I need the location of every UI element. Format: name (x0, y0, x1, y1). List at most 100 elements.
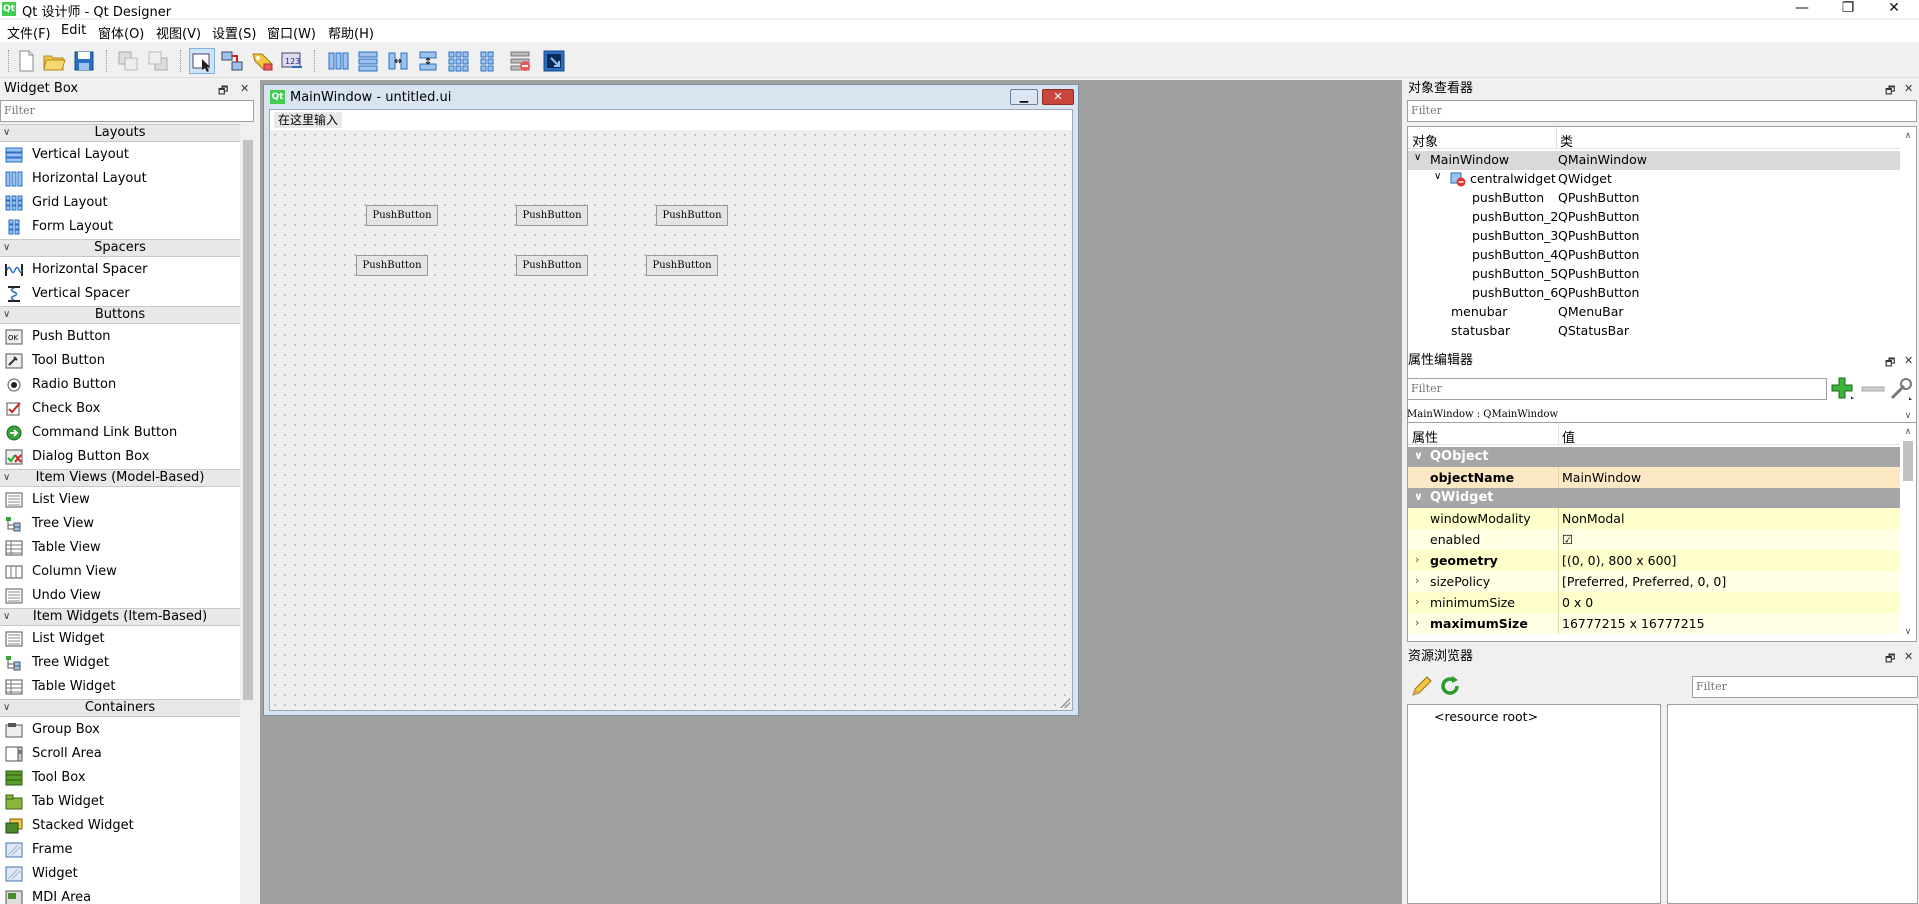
property-value[interactable]: 0 x 0 (1562, 595, 1593, 610)
property-row-sizepolicy[interactable]: › sizePolicy [Preferred, Preferred, 0, 0] (1408, 571, 1902, 592)
chevron-down-icon[interactable]: ∨ (1434, 171, 1441, 182)
restore-button[interactable]: ❐ (1825, 0, 1871, 18)
layout-form-icon[interactable] (476, 49, 500, 73)
chevron-right-icon[interactable]: › (1415, 595, 1419, 608)
category-item-widgets[interactable]: ∨ Item Widgets (Item-Based) (0, 608, 240, 626)
layout-vertical-splitter-icon[interactable] (416, 49, 440, 73)
dock-float-icon[interactable]: 🗗 (1885, 82, 1895, 101)
add-property-icon[interactable] (1830, 376, 1856, 402)
scroll-down-icon[interactable]: ∨ (1900, 411, 1916, 421)
push-button[interactable]: PushButton (366, 205, 438, 226)
form-canvas[interactable]: 在这里输入 PushButton PushButton PushButton P… (269, 109, 1073, 711)
col-object[interactable]: 对象 (1412, 131, 1438, 150)
widget-item-push-button[interactable]: OK Push Button (0, 325, 240, 349)
property-value[interactable]: MainWindow (1562, 470, 1641, 485)
layout-horizontal-splitter-icon[interactable] (386, 49, 410, 73)
form-title-bar[interactable]: Qt MainWindow - untitled.ui ▁ ✕ (264, 85, 1078, 109)
property-group-qobject[interactable]: ∨ QObject (1408, 447, 1902, 467)
widget-item-vertical-spacer[interactable]: Vertical Spacer (0, 282, 240, 306)
send-to-back-icon[interactable] (116, 49, 140, 73)
widget-item-radio-button[interactable]: Radio Button (0, 373, 240, 397)
push-button-6[interactable]: PushButton (646, 255, 718, 276)
widget-item-tool-box[interactable]: Tool Box (0, 766, 240, 790)
widget-item-mdi-area[interactable]: MDI Area (0, 886, 240, 904)
scroll-up-icon[interactable]: ∧ (1900, 427, 1916, 437)
category-layouts[interactable]: ∨ Layouts (0, 124, 240, 142)
dock-close-icon[interactable]: ✕ (1904, 650, 1913, 663)
layout-vertical-icon[interactable] (356, 49, 380, 73)
break-layout-icon[interactable] (508, 49, 532, 73)
dock-close-icon[interactable]: ✕ (240, 82, 249, 95)
col-class[interactable]: 类 (1560, 131, 1573, 150)
widget-item-widget[interactable]: Widget (0, 862, 240, 886)
widget-item-horizontal-spacer[interactable]: Horizontal Spacer (0, 258, 240, 282)
object-row-pushbutton-2[interactable]: pushButton_2 QPushButton (1408, 208, 1902, 227)
property-row-windowmodality[interactable]: windowModality NonModal (1408, 508, 1902, 529)
property-value[interactable]: 16777215 x 16777215 (1562, 616, 1705, 631)
open-icon[interactable] (42, 49, 66, 73)
widget-item-table-widget[interactable]: Table Widget (0, 675, 240, 699)
object-row-statusbar[interactable]: statusbar QStatusBar (1408, 322, 1902, 341)
scrollbar-thumb[interactable] (1903, 441, 1913, 481)
object-row-pushbutton-3[interactable]: pushButton_3 QPushButton (1408, 227, 1902, 246)
close-button[interactable]: ✕ (1871, 0, 1917, 18)
object-row-mainwindow[interactable]: ∨ MainWindow QMainWindow (1408, 151, 1902, 170)
category-spacers[interactable]: ∨ Spacers (0, 239, 240, 257)
edit-resources-icon[interactable] (1410, 674, 1434, 698)
widget-item-scroll-area[interactable]: Scroll Area (0, 742, 240, 766)
dock-close-icon[interactable]: ✕ (1904, 354, 1913, 367)
widget-item-stacked-widget[interactable]: Stacked Widget (0, 814, 240, 838)
menu-window[interactable]: 窗口(W) (267, 23, 316, 42)
scrollbar-thumb[interactable] (243, 140, 253, 700)
category-containers[interactable]: ∨ Containers (0, 699, 240, 717)
scroll-down-icon[interactable]: ∨ (1900, 627, 1916, 637)
chevron-right-icon[interactable]: › (1415, 553, 1419, 566)
adjust-size-icon[interactable] (542, 49, 566, 73)
dock-float-icon[interactable]: 🗗 (218, 82, 228, 101)
edit-tab-order-icon[interactable]: 123 (280, 49, 304, 73)
form-close-button[interactable]: ✕ (1042, 89, 1074, 105)
widget-item-tree-widget[interactable]: Tree Widget (0, 651, 240, 675)
object-row-menubar[interactable]: menubar QMenuBar (1408, 303, 1902, 322)
bring-to-front-icon[interactable] (146, 49, 170, 73)
property-filter-input[interactable]: Filter (1407, 378, 1827, 400)
type-here-menu[interactable]: 在这里输入 (274, 112, 343, 128)
resource-root[interactable]: <resource root> (1434, 709, 1538, 724)
widget-item-command-link-button[interactable]: Command Link Button (0, 421, 240, 445)
property-value[interactable]: [(0, 0), 800 x 600] (1562, 553, 1676, 568)
col-property[interactable]: 属性 (1412, 427, 1438, 446)
push-button-5[interactable]: PushButton (516, 255, 588, 276)
widget-item-table-view[interactable]: Table View (0, 536, 240, 560)
property-row-maximumsize[interactable]: › maximumSize 16777215 x 16777215 (1408, 613, 1902, 634)
widget-item-undo-view[interactable]: Undo View (0, 584, 240, 608)
property-value[interactable]: NonModal (1562, 511, 1624, 526)
object-filter-input[interactable]: Filter (1407, 100, 1917, 122)
resize-grip-icon[interactable] (1060, 698, 1070, 708)
new-icon[interactable] (14, 49, 38, 73)
chevron-right-icon[interactable]: › (1415, 574, 1419, 587)
menu-help[interactable]: 帮助(H) (328, 23, 374, 42)
property-value[interactable]: ☑ (1562, 532, 1573, 547)
push-button-4[interactable]: PushButton (356, 255, 428, 276)
dock-close-icon[interactable]: ✕ (1904, 82, 1913, 95)
resource-filter-input[interactable]: Filter (1692, 676, 1918, 698)
widget-item-form-layout[interactable]: Form Layout (0, 215, 240, 239)
menu-settings[interactable]: 设置(S) (212, 23, 256, 42)
property-row-objectname[interactable]: objectName MainWindow (1408, 467, 1902, 488)
save-icon[interactable] (72, 49, 96, 73)
widget-item-grid-layout[interactable]: Grid Layout (0, 191, 240, 215)
edit-buddies-icon[interactable] (250, 49, 274, 73)
reload-icon[interactable] (1438, 674, 1462, 698)
object-row-centralwidget[interactable]: ∨ centralwidget QWidget (1408, 170, 1902, 189)
toolbar-handle[interactable] (8, 50, 12, 72)
menu-view[interactable]: 视图(V) (156, 23, 201, 42)
remove-property-icon[interactable] (1860, 376, 1886, 402)
chevron-down-icon[interactable]: ∨ (1414, 490, 1423, 503)
edit-signals-slots-icon[interactable] (220, 49, 244, 73)
widget-item-group-box[interactable]: Group Box (0, 718, 240, 742)
category-item-views[interactable]: ∨ Item Views (Model-Based) (0, 469, 240, 487)
property-row-enabled[interactable]: enabled ☑ (1408, 529, 1902, 550)
widget-item-check-box[interactable]: Check Box (0, 397, 240, 421)
object-row-pushbutton-4[interactable]: pushButton_4 QPushButton (1408, 246, 1902, 265)
object-row-pushbutton-6[interactable]: pushButton_6 QPushButton (1408, 284, 1902, 303)
